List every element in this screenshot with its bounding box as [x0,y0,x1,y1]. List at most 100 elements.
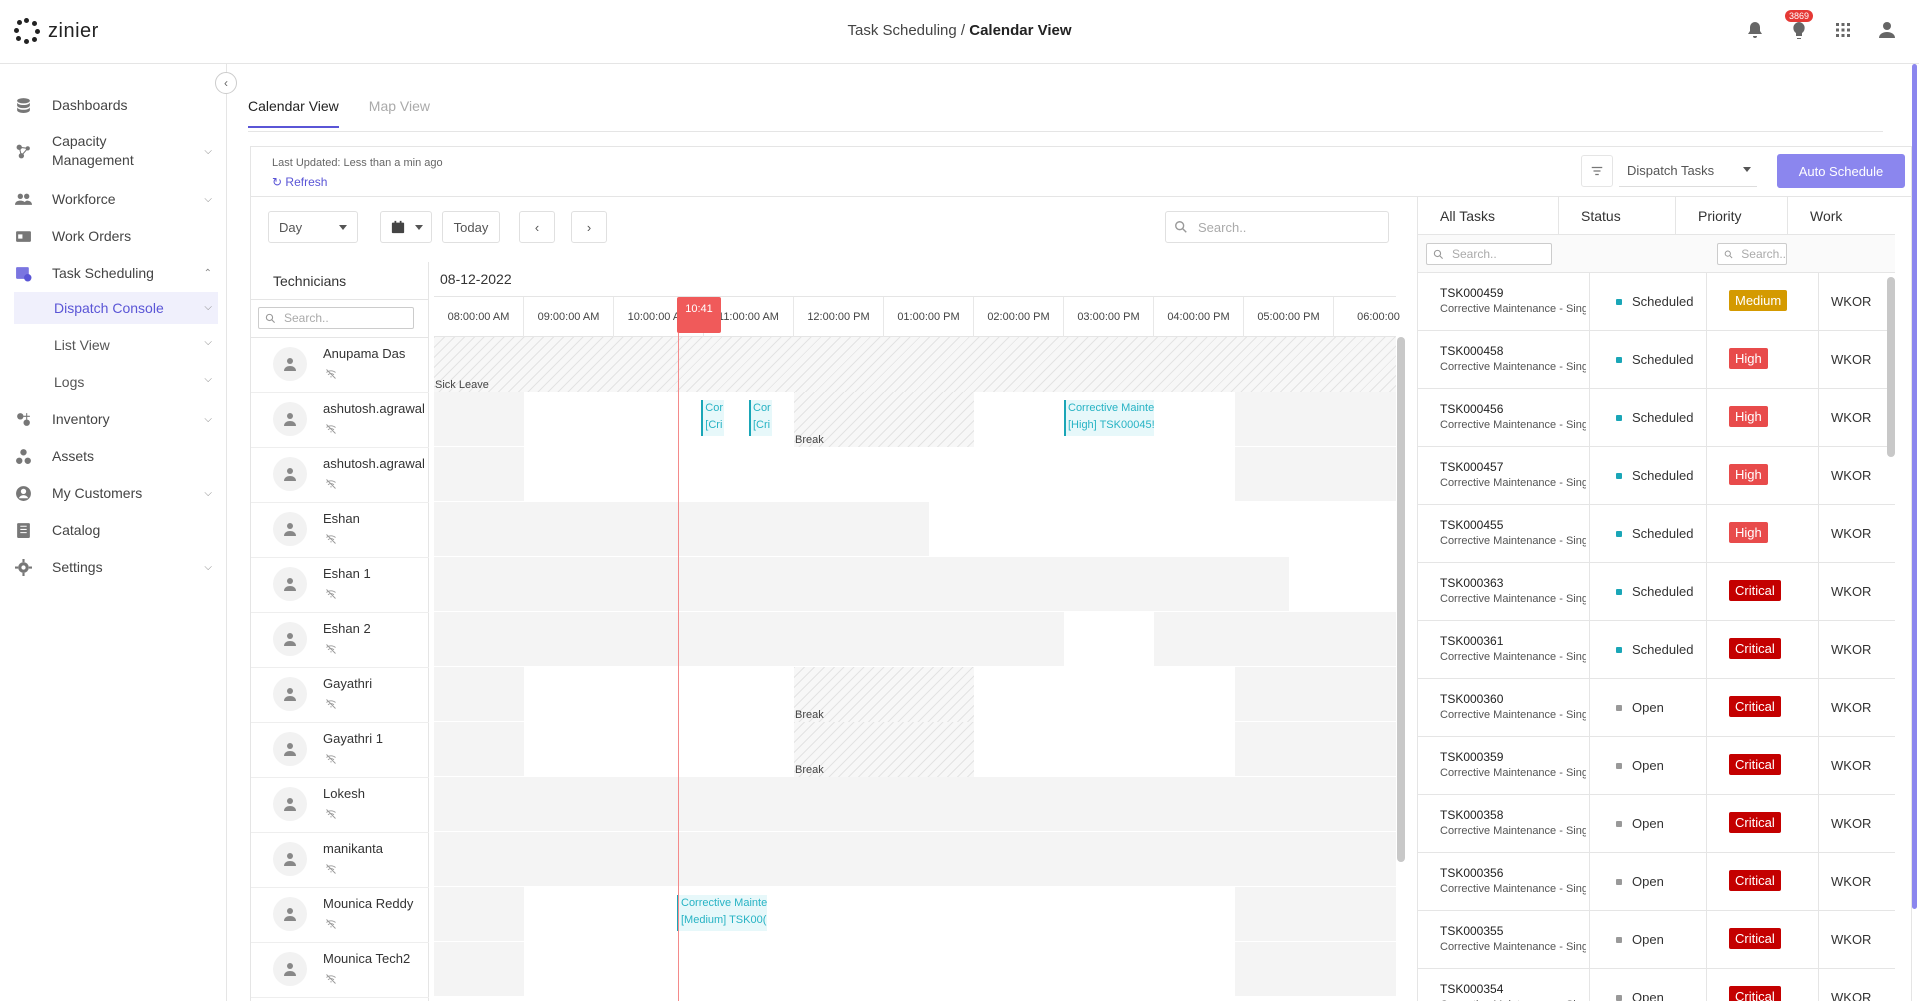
task-id[interactable]: TSK000459 [1440,286,1503,300]
view-select[interactable]: Day [268,211,358,243]
technician-lane[interactable] [434,832,1396,887]
scheduled-task-block[interactable]: Corrective Mainte [High] TSK00045! [1064,400,1154,436]
next-button[interactable]: › [571,211,607,243]
filter-button[interactable] [1581,155,1613,187]
task-row[interactable]: TSK000356 Corrective Maintenance - Sing Op… [1418,853,1895,911]
task-id[interactable]: TSK000359 [1440,750,1503,764]
technician-row[interactable]: Eshan 2 [251,613,429,668]
task-id[interactable]: TSK000355 [1440,924,1503,938]
task-row[interactable]: TSK000359 Corrective Maintenance - Sing Op… [1418,737,1895,795]
technician-lane[interactable]: Corrective Mainte [Medium] TSK00( [434,887,1396,942]
technician-lane[interactable] [434,612,1396,667]
technician-search-input[interactable]: Search.. [258,307,414,329]
scheduled-task-block[interactable]: Cor [Cri [701,400,724,436]
technician-row[interactable]: ashutosh.agrawal [251,393,429,448]
technician-row[interactable]: Gayathri 1 [251,723,429,778]
task-id[interactable]: TSK000458 [1440,344,1503,358]
task-row[interactable]: TSK000456 Corrective Maintenance - Sing Sc… [1418,389,1895,447]
technician-row[interactable]: Eshan [251,503,429,558]
sidebar-collapse-button[interactable]: ‹ [215,72,237,94]
technician-lane[interactable] [434,942,1396,997]
sidebar-subitem-list-view[interactable]: List View ⌵ [54,337,218,353]
task-id[interactable]: TSK000363 [1440,576,1503,590]
refresh-link[interactable]: ↻ Refresh [272,175,327,189]
sidebar-item-catalog[interactable]: Catalog [14,521,218,539]
technician-lane[interactable]: Sick Leave [434,337,1396,392]
task-row[interactable]: TSK000355 Corrective Maintenance - Sing Op… [1418,911,1895,969]
column-header-status[interactable]: Status [1559,197,1676,235]
bell-icon[interactable] [1745,20,1765,40]
chevron-down-icon[interactable]: ⌵ [204,292,212,324]
lightbulb-icon[interactable]: 3869 [1785,10,1814,40]
technician-row[interactable]: Gayathri [251,668,429,723]
technician-lane[interactable] [434,557,1415,612]
technician-lane[interactable] [434,502,1415,557]
calendar-scrollbar[interactable] [1397,337,1405,862]
technician-row[interactable]: Eshan 1 [251,558,429,613]
task-row[interactable]: TSK000358 Corrective Maintenance - Sing Op… [1418,795,1895,853]
task-row[interactable]: TSK000360 Corrective Maintenance - Sing Op… [1418,679,1895,737]
task-row[interactable]: TSK000455 Corrective Maintenance - Sing Sc… [1418,505,1895,563]
column-header-all-tasks[interactable]: All Tasks [1418,197,1559,235]
breadcrumb-parent[interactable]: Task Scheduling / [847,22,969,39]
chevron-down-icon[interactable]: ⌵ [204,414,212,425]
task-list-scrollbar[interactable] [1887,277,1895,457]
technician-lane[interactable]: Break Cor [Cri Cor [Cri Corrective Mainte [Hig… [434,392,1396,447]
task-row[interactable]: TSK000363 Corrective Maintenance - Sing Sc… [1418,563,1895,621]
technician-lane[interactable] [434,777,1396,832]
task-row[interactable]: TSK000361 Corrective Maintenance - Sing Sc… [1418,621,1895,679]
page-scrollbar[interactable] [1912,64,1917,909]
sidebar-item-settings[interactable]: Settings ⌵ [14,558,218,576]
priority-filter-input[interactable]: Search.. [1717,243,1787,265]
chevron-up-icon[interactable]: ⌃ [204,268,212,279]
prev-button[interactable]: ‹ [519,211,555,243]
task-id[interactable]: TSK000457 [1440,460,1503,474]
auto-schedule-button[interactable]: Auto Schedule [1777,154,1905,188]
column-header-priority[interactable]: Priority [1676,197,1788,235]
chevron-down-icon[interactable]: ⌵ [204,562,212,573]
task-row[interactable]: TSK000459 Corrective Maintenance - Sing Sc… [1418,273,1895,331]
technician-lane[interactable] [434,447,1396,502]
task-row[interactable]: TSK000354Corrective Maintenance - SingOp… [1418,969,1895,1001]
technician-row[interactable]: Lokesh [251,778,429,833]
sidebar-item-capacity-management[interactable]: Capacity Management ⌵ [14,132,218,170]
today-button[interactable]: Today [442,211,500,243]
sidebar-subitem-logs[interactable]: Logs ⌵ [54,374,218,390]
task-id[interactable]: TSK000354 [1440,982,1503,996]
date-picker-button[interactable] [380,211,432,243]
task-id[interactable]: TSK000356 [1440,866,1503,880]
sidebar-item-dashboards[interactable]: Dashboards [14,96,218,114]
scheduled-task-block[interactable]: Cor [Cri [749,400,772,436]
task-id[interactable]: TSK000456 [1440,402,1503,416]
sidebar-item-work-orders[interactable]: Work Orders [14,227,218,245]
chevron-down-icon[interactable]: ⌵ [204,374,212,385]
user-icon[interactable] [1877,20,1897,40]
chevron-down-icon[interactable]: ⌵ [204,194,212,205]
task-id[interactable]: TSK000455 [1440,518,1503,532]
chevron-down-icon[interactable]: ⌵ [204,337,212,348]
technician-lane[interactable]: Break [434,722,1396,777]
task-id[interactable]: TSK000358 [1440,808,1503,822]
sidebar-item-inventory[interactable]: Inventory ⌵ [14,410,218,428]
task-id[interactable]: TSK000361 [1440,634,1503,648]
task-id-filter-input[interactable]: Search.. [1426,243,1552,265]
apps-grid-icon[interactable] [1833,20,1853,40]
sidebar-item-task-scheduling[interactable]: Task Scheduling ⌃ [14,264,218,282]
task-row[interactable]: TSK000458 Corrective Maintenance - Sing Sc… [1418,331,1895,389]
column-header-work[interactable]: Work [1788,197,1895,235]
sidebar-item-workforce[interactable]: Workforce ⌵ [14,190,218,208]
calendar-search-input[interactable]: Search.. [1165,211,1389,243]
task-id[interactable]: TSK000360 [1440,692,1503,706]
technician-row[interactable]: manikanta [251,833,429,888]
chevron-down-icon[interactable]: ⌵ [204,146,212,157]
task-row[interactable]: TSK000457 Corrective Maintenance - Sing Sc… [1418,447,1895,505]
sidebar-subitem-dispatch-console[interactable]: Dispatch Console ⌵ [14,292,218,324]
sidebar-item-my-customers[interactable]: My Customers ⌵ [14,484,218,502]
technician-lane[interactable]: Break [434,667,1396,722]
technician-row[interactable]: ashutosh.agrawal [251,448,429,503]
technician-row[interactable]: Anupama Das [251,338,429,393]
tab-map-view[interactable]: Map View [369,98,430,128]
technician-row[interactable]: Mounica Tech2 [251,943,429,998]
sidebar-item-assets[interactable]: Assets [14,447,218,465]
chevron-down-icon[interactable]: ⌵ [204,488,212,499]
